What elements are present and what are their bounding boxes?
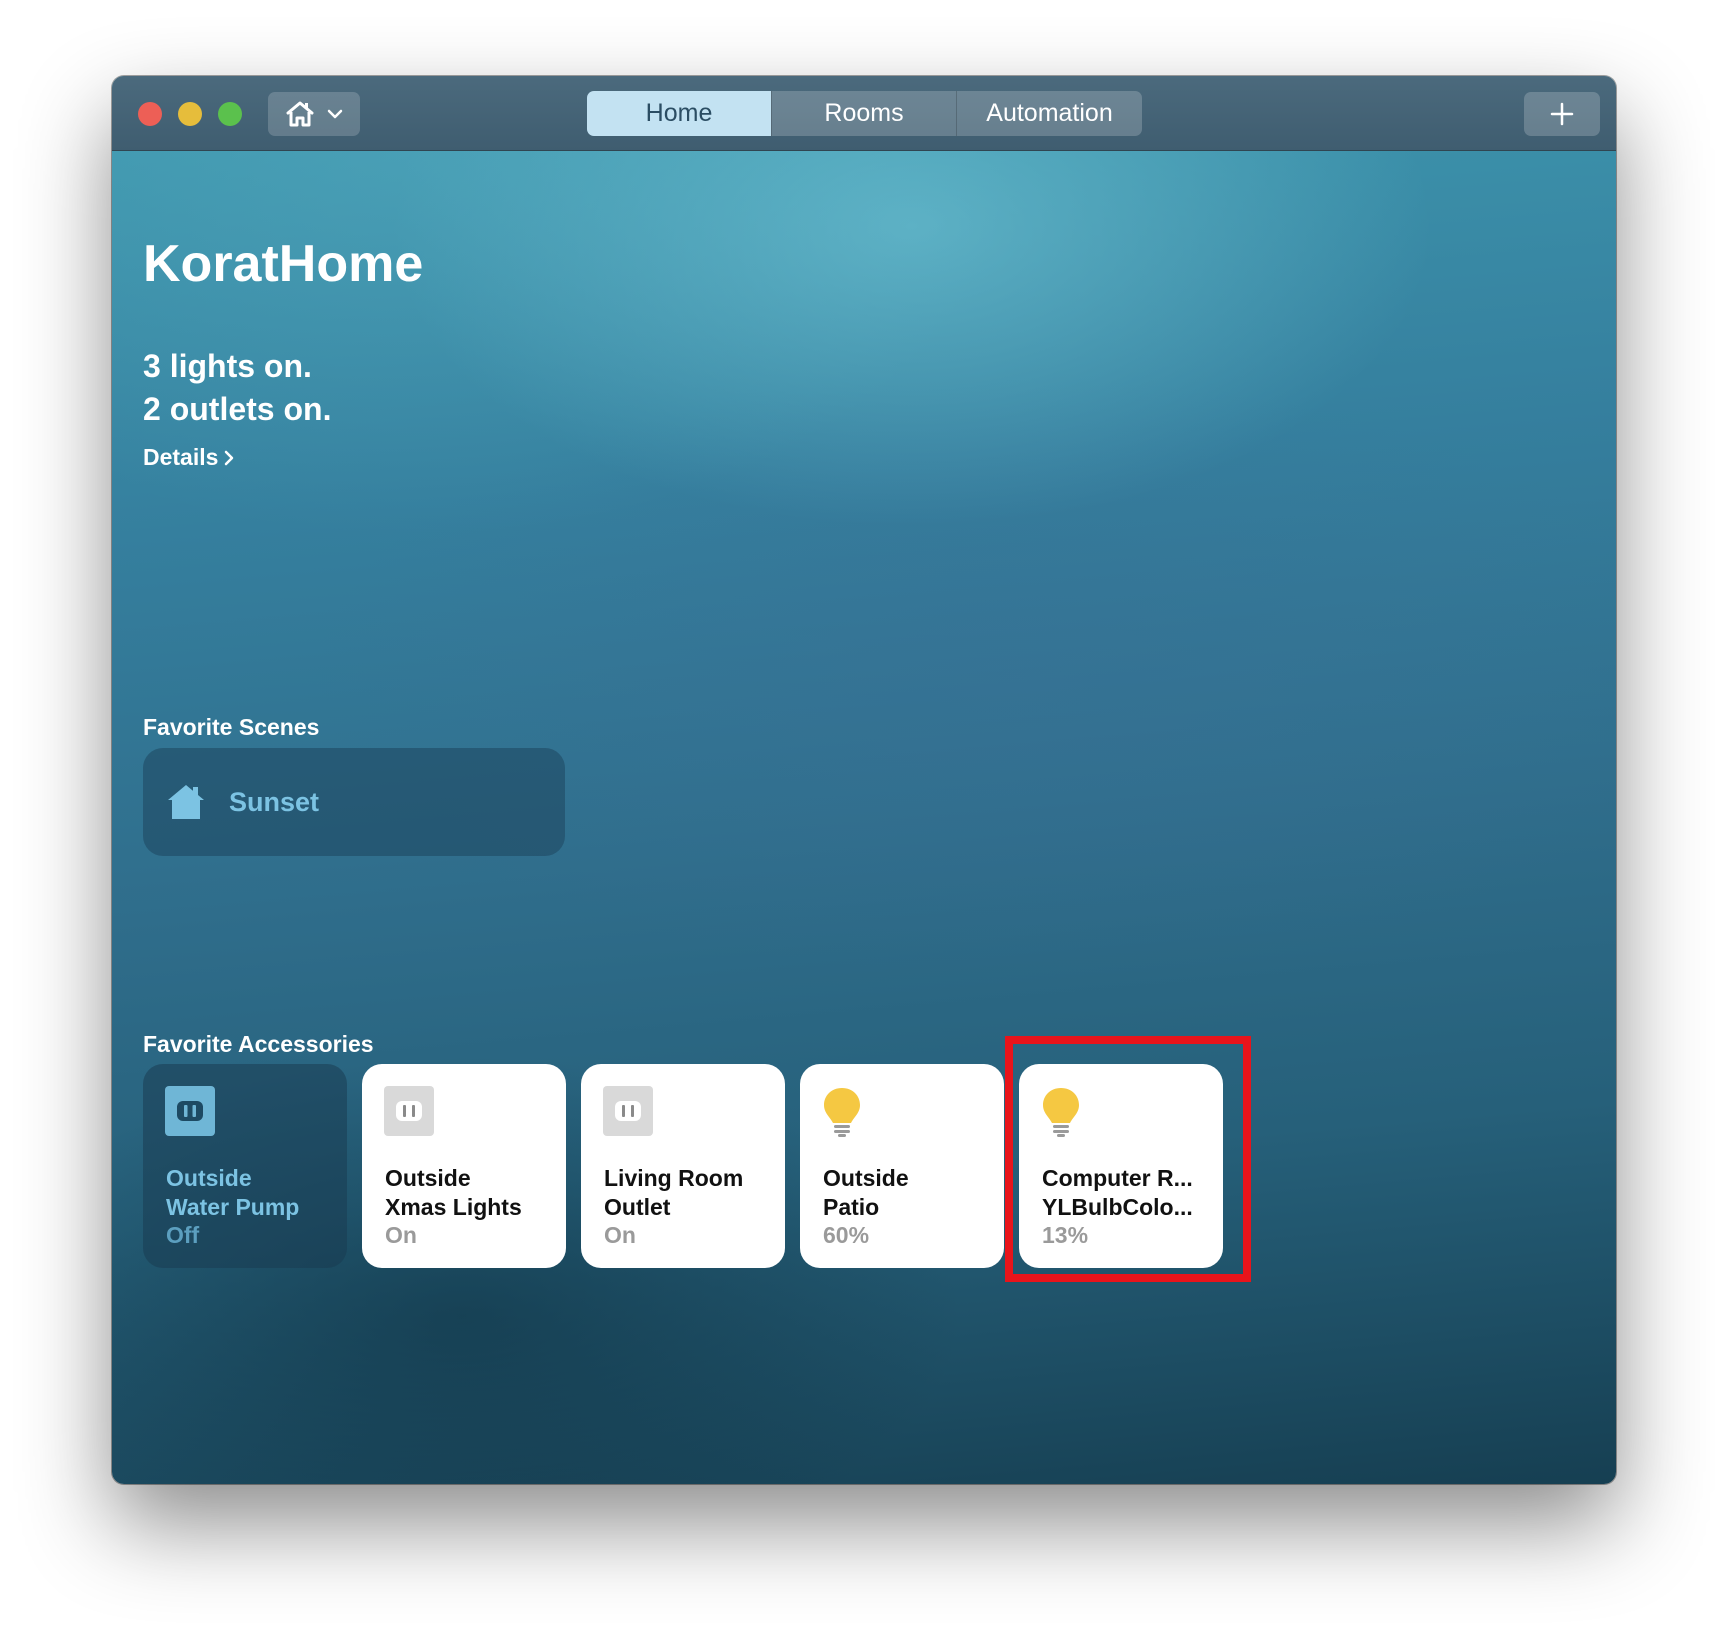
favorite-scenes-heading: Favorite Scenes	[143, 714, 320, 740]
accessory-tile-outside-xmas-lights[interactable]: Outside Xmas Lights On	[362, 1064, 566, 1268]
accessory-tile-outside-water-pump[interactable]: Outside Water Pump Off	[143, 1064, 347, 1268]
tab-automation[interactable]: Automation	[956, 91, 1142, 136]
app-window: Home Rooms Automation KoratHome 3 lights…	[112, 76, 1616, 1484]
close-window-button[interactable]	[138, 102, 162, 126]
zoom-window-button[interactable]	[218, 102, 242, 126]
accessory-tile-outside-patio[interactable]: Outside Patio 60%	[800, 1064, 1004, 1268]
lightbulb-icon	[1043, 1088, 1079, 1137]
scene-tile-sunset[interactable]: Sunset	[143, 748, 565, 856]
accessory-status: 13%	[1042, 1222, 1089, 1248]
tab-rooms[interactable]: Rooms	[771, 91, 956, 136]
scene-label: Sunset	[229, 786, 320, 817]
outlet-icon	[603, 1086, 653, 1136]
main-tab-bar: Home Rooms Automation	[587, 91, 1142, 136]
accessory-name: Outside Xmas Lights	[385, 1165, 522, 1220]
minimize-window-button[interactable]	[178, 102, 202, 126]
status-outlets: 2 outlets on.	[143, 391, 332, 427]
chevron-down-icon	[327, 109, 343, 119]
accessory-tile-computer-room-bulb[interactable]: Computer R... YLBulbColo... 13%	[1019, 1064, 1223, 1268]
details-link[interactable]: Details	[143, 444, 234, 471]
tab-home[interactable]: Home	[587, 91, 771, 136]
accessory-name: Outside Water Pump	[166, 1165, 300, 1220]
outlet-icon	[165, 1086, 215, 1136]
favorite-accessories-heading: Favorite Accessories	[143, 1031, 374, 1057]
house-icon	[286, 101, 314, 127]
lightbulb-icon	[824, 1088, 860, 1137]
accessory-name: Living Room Outlet	[604, 1165, 744, 1220]
accessory-status: Off	[166, 1222, 200, 1248]
accessory-status: On	[385, 1222, 417, 1248]
accessory-status: 60%	[823, 1222, 870, 1248]
outlet-icon	[384, 1086, 434, 1136]
accessory-name: Computer R... YLBulbColo...	[1042, 1165, 1193, 1220]
home-title: KoratHome	[143, 235, 424, 293]
status-lights: 3 lights on.	[143, 348, 312, 384]
accessory-tile-living-room-outlet[interactable]: Living Room Outlet On	[581, 1064, 785, 1268]
accessory-status: On	[604, 1222, 636, 1248]
home-switcher-button[interactable]	[268, 92, 360, 136]
title-bar: Home Rooms Automation	[112, 76, 1616, 151]
add-button[interactable]	[1524, 92, 1600, 136]
scene-house-icon	[168, 785, 204, 819]
details-label: Details	[143, 444, 219, 470]
chevron-right-icon	[225, 450, 234, 465]
plus-icon	[1550, 102, 1574, 126]
accessory-name: Outside Patio	[823, 1165, 909, 1220]
